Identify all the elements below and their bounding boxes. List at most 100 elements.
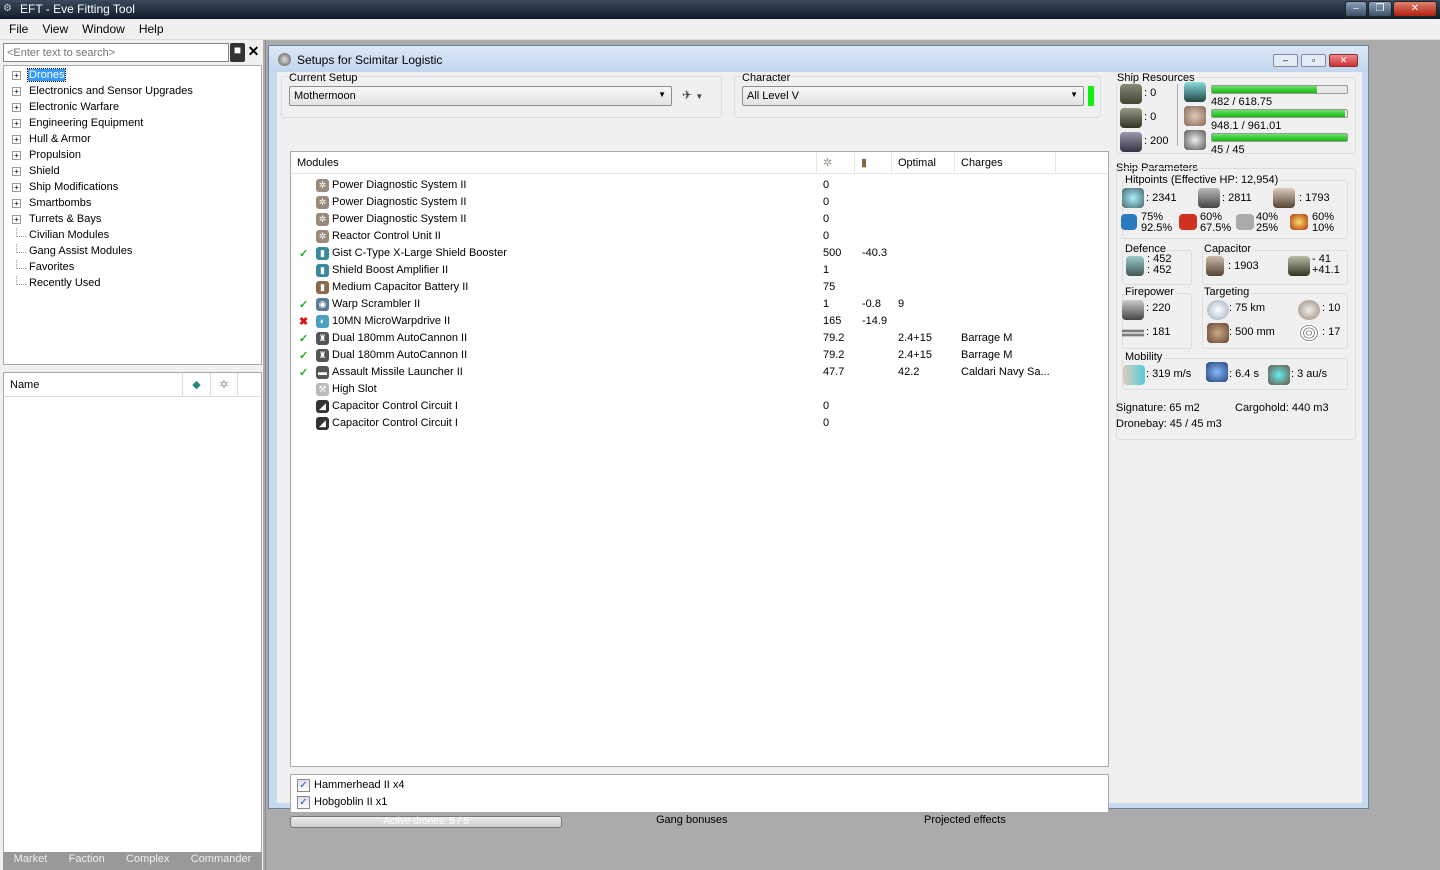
setup-content: Current Setup Mothermoon ▼ ✈ ▼ Character … [277, 72, 1362, 828]
item-list: Name ◆ ✲ [3, 372, 262, 854]
drone-checkbox[interactable]: ✓ [297, 796, 310, 809]
turret-icon: ♜ [316, 332, 329, 345]
expand-icon[interactable]: + [12, 167, 21, 176]
module-cpu: 1 [823, 264, 830, 276]
menu-view[interactable]: View [35, 19, 75, 39]
active-check-icon[interactable]: ✓ [299, 298, 308, 311]
module-row[interactable]: ✓ ◉ Warp Scrambler II 1 -0.8 9 [291, 296, 1108, 313]
module-optimal: 42.2 [898, 366, 920, 378]
character-select[interactable]: All Level V ▼ [742, 86, 1084, 106]
module-name: Warp Scrambler II [332, 298, 421, 310]
current-setup-select[interactable]: Mothermoon ▼ [289, 86, 672, 106]
maximize-button[interactable]: ❐ [1368, 1, 1392, 17]
expand-icon[interactable]: + [12, 135, 21, 144]
child-minimize-button[interactable]: – [1273, 54, 1298, 67]
tab-faction[interactable]: Faction [69, 853, 105, 870]
calibration-icon [1120, 132, 1142, 152]
child-close-button[interactable]: ✕ [1329, 54, 1358, 67]
module-row[interactable]: ✓ ♜ Dual 180mm AutoCannon II 79.2 2.4+15 Barr… [291, 347, 1108, 364]
active-check-icon[interactable]: ✓ [299, 366, 308, 379]
module-row[interactable]: ✲ Power Diagnostic System II 0 [291, 194, 1108, 211]
expand-icon[interactable]: + [12, 199, 21, 208]
module-charges: Barrage M [961, 349, 1013, 361]
cpu-column-icon[interactable]: ✲ [817, 152, 855, 174]
tab-market[interactable]: Market [14, 853, 48, 870]
module-row[interactable]: ✲ Power Diagnostic System II 0 [291, 177, 1108, 194]
gang-bonuses-button[interactable]: Gang bonuses [656, 814, 728, 826]
tab-commander[interactable]: Commander [191, 853, 252, 870]
menu-file[interactable]: File [2, 19, 35, 39]
character-status-indicator [1088, 86, 1094, 106]
module-name: Dual 180mm AutoCannon II [332, 332, 468, 344]
offline-x-icon[interactable]: ✖ [299, 315, 308, 328]
shield-hp-icon [1122, 188, 1144, 208]
cap-recharge: +41.1 [1312, 264, 1340, 276]
expand-icon[interactable]: + [12, 215, 21, 224]
active-check-icon[interactable]: ✓ [299, 332, 308, 345]
module-optimal: 2.4+15 [898, 332, 932, 344]
charges-column-header[interactable]: Charges [955, 152, 1056, 174]
module-cpu: 1 [823, 298, 830, 310]
child-maximize-button[interactable]: ▫ [1301, 54, 1326, 67]
projected-effects-button[interactable]: Projected effects [924, 814, 1006, 826]
search-input[interactable] [3, 43, 229, 62]
active-check-icon[interactable]: ✓ [299, 349, 308, 362]
tree-node-label: Gang Assist Modules [29, 245, 133, 257]
expand-icon[interactable]: + [12, 119, 21, 128]
launcher-hardpoints: : 0 [1144, 111, 1157, 123]
expand-icon[interactable]: + [12, 103, 21, 112]
cpu-column-icon[interactable]: ✲ [210, 373, 238, 397]
module-row[interactable]: ◢ Capacitor Control Circuit I 0 [291, 415, 1108, 432]
optimal-column-header[interactable]: Optimal [892, 152, 955, 174]
module-row[interactable]: ✓ ▬ Assault Missile Launcher II 47.7 42.2 Cal… [291, 364, 1108, 381]
capacitor-column-icon[interactable]: ▮ [855, 152, 892, 174]
drone-checkbox[interactable]: ✓ [297, 779, 310, 792]
tree-node-label: Hull & Armor [29, 133, 91, 145]
module-row[interactable]: ✲ Reactor Control Unit II 0 [291, 228, 1108, 245]
name-column-header[interactable]: Name [10, 379, 39, 391]
kinetic-resist-icon [1236, 214, 1254, 230]
module-cpu: 0 [823, 400, 830, 412]
active-check-icon[interactable]: ✓ [299, 247, 308, 260]
max-velocity: : 319 m/s [1146, 368, 1192, 380]
close-button[interactable]: ✕ [1393, 1, 1437, 17]
expand-icon[interactable]: + [12, 87, 21, 96]
max-targets: : 10 [1322, 302, 1341, 314]
cpu-icon: ✲ [316, 213, 329, 226]
module-name: Power Diagnostic System II [332, 196, 467, 208]
tree-node-label: Propulsion [29, 149, 81, 161]
menu-window[interactable]: Window [75, 19, 132, 39]
lock-icon[interactable]: ■ [230, 43, 245, 62]
powergrid-value: 948.1 / 961.01 [1211, 120, 1282, 132]
clear-search-icon[interactable]: ✕ [246, 43, 261, 62]
menu-help[interactable]: Help [132, 19, 171, 39]
tab-complex[interactable]: Complex [126, 853, 169, 870]
modules-column-header[interactable]: Modules [291, 152, 817, 174]
module-row[interactable]: ⚒ High Slot [291, 381, 1108, 398]
module-row[interactable]: ✓ ▮ Gist C-Type X-Large Shield Booster 500 -… [291, 245, 1108, 262]
cpu-bar [1211, 85, 1348, 94]
tree-node-label: Electronics and Sensor Upgrades [29, 85, 193, 97]
structure-hp: : 1793 [1299, 192, 1330, 204]
module-row[interactable]: ▮ Medium Capacitor Battery II 75 [291, 279, 1108, 296]
turret-icon: ♜ [316, 349, 329, 362]
module-name: Gist C-Type X-Large Shield Booster [332, 247, 507, 259]
module-row[interactable]: ✓ ♜ Dual 180mm AutoCannon II 79.2 2.4+15 Barr… [291, 330, 1108, 347]
module-row[interactable]: ✖ ◐ 10MN MicroWarpdrive II 165 -14.9 [291, 313, 1108, 330]
module-row[interactable]: ✲ Power Diagnostic System II 0 [291, 211, 1108, 228]
launcher-hardpoint-icon [1120, 108, 1142, 128]
module-row[interactable]: ◢ Capacitor Control Circuit I 0 [291, 398, 1108, 415]
tree-node-label: Drones [26, 68, 67, 82]
powergrid-bar [1211, 109, 1348, 118]
expand-icon[interactable]: + [12, 151, 21, 160]
minimize-button[interactable]: – [1345, 1, 1367, 17]
expand-icon[interactable]: + [12, 71, 21, 80]
module-row[interactable]: ▮ Shield Boost Amplifier II 1 [291, 262, 1108, 279]
powergrid-column-icon[interactable]: ◆ [182, 373, 210, 397]
cpu-icon: ✲ [316, 196, 329, 209]
module-cpu: 79.2 [823, 332, 845, 344]
setup-options-button[interactable]: ✈ ▼ [682, 88, 703, 102]
expand-icon[interactable]: + [12, 183, 21, 192]
hitpoints-title: Hitpoints (Effective HP: 12,954) [1124, 174, 1280, 186]
module-capacitor: -0.8 [862, 298, 881, 310]
